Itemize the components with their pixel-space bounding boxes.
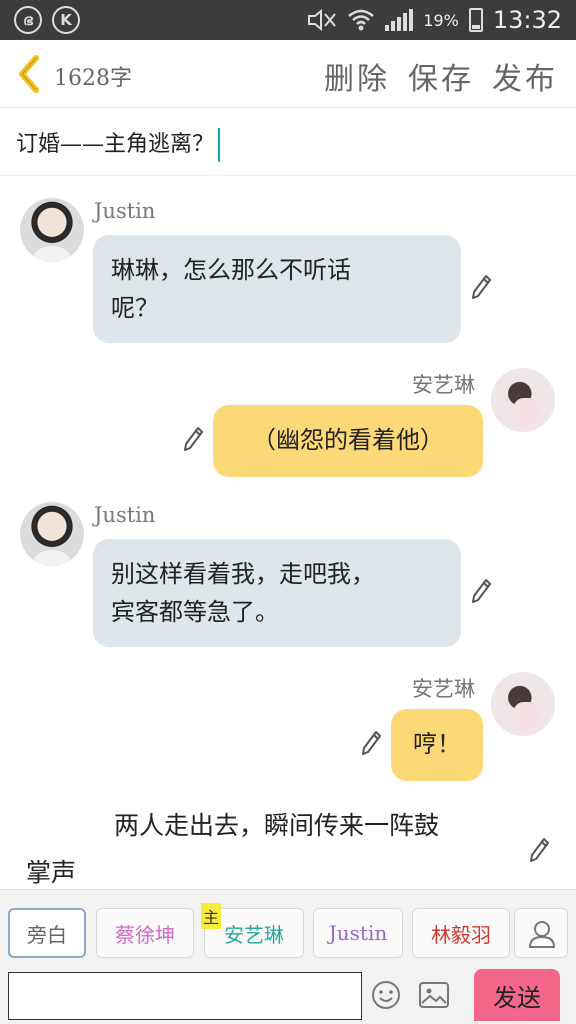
signal-icon — [385, 9, 414, 31]
narration-text-line[interactable]: 两人走出去，瞬间传来一阵鼓 — [114, 805, 439, 847]
battery-icon — [468, 8, 483, 32]
edit-pencil-icon[interactable] — [528, 837, 550, 863]
message-text: 哼！ — [413, 730, 461, 758]
character-name: 旁白 — [27, 922, 67, 947]
avatar-justin[interactable] — [20, 502, 84, 566]
manage-characters-button[interactable] — [514, 908, 568, 958]
status-right: 19% 13:32 — [307, 0, 562, 40]
image-icon[interactable] — [418, 981, 450, 1009]
wifi-icon — [348, 9, 375, 31]
message-input[interactable] — [8, 972, 362, 1020]
edit-pencil-icon[interactable] — [470, 274, 492, 300]
avatar-justin[interactable] — [20, 198, 84, 262]
status-bar: ഭ K 19% 13:32 — [0, 0, 576, 40]
delete-button[interactable]: 删除 — [324, 54, 390, 98]
input-bar: 发送 — [0, 969, 576, 1024]
message-bubble[interactable]: 哼！ — [391, 709, 483, 781]
character-name: Justin — [328, 921, 388, 945]
edit-pencil-icon[interactable] — [470, 578, 492, 604]
avatar-an-yilin[interactable] — [491, 368, 555, 432]
save-button[interactable]: 保存 — [408, 54, 474, 98]
character-lin-yiyu[interactable]: 林毅羽 — [412, 908, 510, 958]
story-title-field[interactable]: 订婚——主角逃离？ — [0, 108, 576, 176]
battery-percent: 19% — [423, 10, 459, 30]
character-name: 蔡徐坤 — [115, 922, 175, 947]
character-justin[interactable]: Justin — [313, 908, 403, 958]
message-text-line: 琳琳，怎么那么不听话 — [111, 256, 351, 284]
editor-header: 1628字 删除 保存 发布 — [0, 40, 576, 108]
header-actions: 删除 保存 发布 — [324, 54, 558, 98]
message-bubble[interactable]: 琳琳，怎么那么不听话 呢？ — [93, 235, 461, 343]
mute-icon — [308, 8, 337, 32]
story-title-text: 订婚——主角逃离？ — [16, 132, 215, 157]
narration-text-line[interactable]: 掌声 — [26, 852, 76, 894]
emoji-icon[interactable] — [370, 979, 402, 1011]
chat-area[interactable]: Justin 琳琳，怎么那么不听话 呢？ 安艺琳 （幽怨的看着他） Justin… — [0, 177, 576, 889]
character-name: 安艺琳 — [224, 922, 284, 947]
send-button[interactable]: 发送 — [474, 969, 560, 1021]
speaker-name: 安艺琳 — [412, 677, 475, 701]
text-cursor — [218, 128, 221, 162]
message-text-line: 呢？ — [111, 294, 159, 322]
message-text: （幽怨的看着他） — [252, 426, 444, 454]
speaker-name: 安艺琳 — [412, 373, 475, 397]
message-text-line: 宾客都等急了。 — [111, 598, 279, 626]
k-icon: K — [52, 6, 80, 34]
avatar-an-yilin[interactable] — [491, 672, 555, 736]
character-name: 林毅羽 — [431, 922, 491, 947]
publish-button[interactable]: 发布 — [492, 54, 558, 98]
character-selector: 旁白 蔡徐坤 主 安艺琳 Justin 林毅羽 — [0, 889, 576, 969]
story-title[interactable]: 订婚——主角逃离？ — [16, 126, 221, 162]
speaker-name: Justin — [94, 503, 156, 527]
netease-icon: ഭ — [14, 6, 42, 34]
character-an-yilin[interactable]: 主 安艺琳 — [201, 903, 304, 958]
speaker-name: Justin — [94, 199, 156, 223]
message-bubble[interactable]: （幽怨的看着他） — [213, 405, 483, 477]
clock: 13:32 — [492, 6, 562, 34]
character-cai-xukun[interactable]: 蔡徐坤 — [96, 908, 194, 958]
message-text-line: 别这样看着我，走吧我， — [111, 560, 375, 588]
message-bubble[interactable]: 别这样看着我，走吧我， 宾客都等急了。 — [93, 539, 461, 647]
edit-pencil-icon[interactable] — [182, 426, 204, 452]
person-icon — [528, 921, 556, 948]
status-left-icons: ഭ K — [14, 6, 80, 34]
back-arrow-icon[interactable] — [14, 54, 44, 94]
word-count: 1628字 — [54, 66, 132, 91]
main-character-badge: 主 — [201, 903, 222, 929]
character-narrator[interactable]: 旁白 — [8, 908, 86, 958]
edit-pencil-icon[interactable] — [360, 730, 382, 756]
